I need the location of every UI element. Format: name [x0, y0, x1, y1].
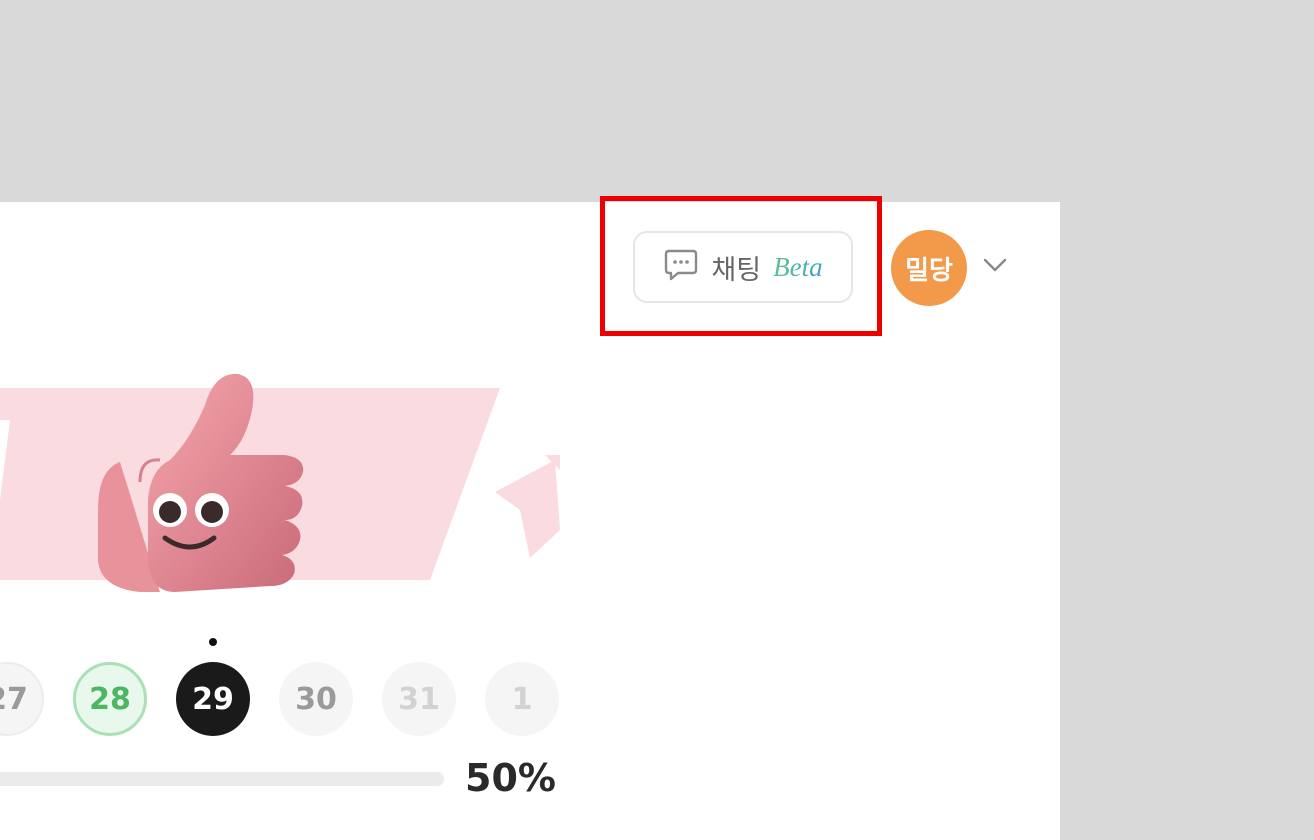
day-31[interactable]: 31: [382, 662, 456, 736]
day-28[interactable]: 28: [73, 662, 147, 736]
today-indicator: [209, 638, 217, 646]
progress-track: [0, 772, 444, 786]
progress-percent: 50%: [465, 756, 556, 800]
chevron-down-icon[interactable]: [982, 256, 1008, 279]
thumbs-up-illustration: [0, 360, 560, 625]
day-1[interactable]: 1: [485, 662, 559, 736]
avatar[interactable]: 밀당: [891, 230, 967, 306]
day-29-selected[interactable]: 29: [176, 662, 250, 736]
day-30[interactable]: 30: [279, 662, 353, 736]
highlight-box: [600, 196, 882, 336]
